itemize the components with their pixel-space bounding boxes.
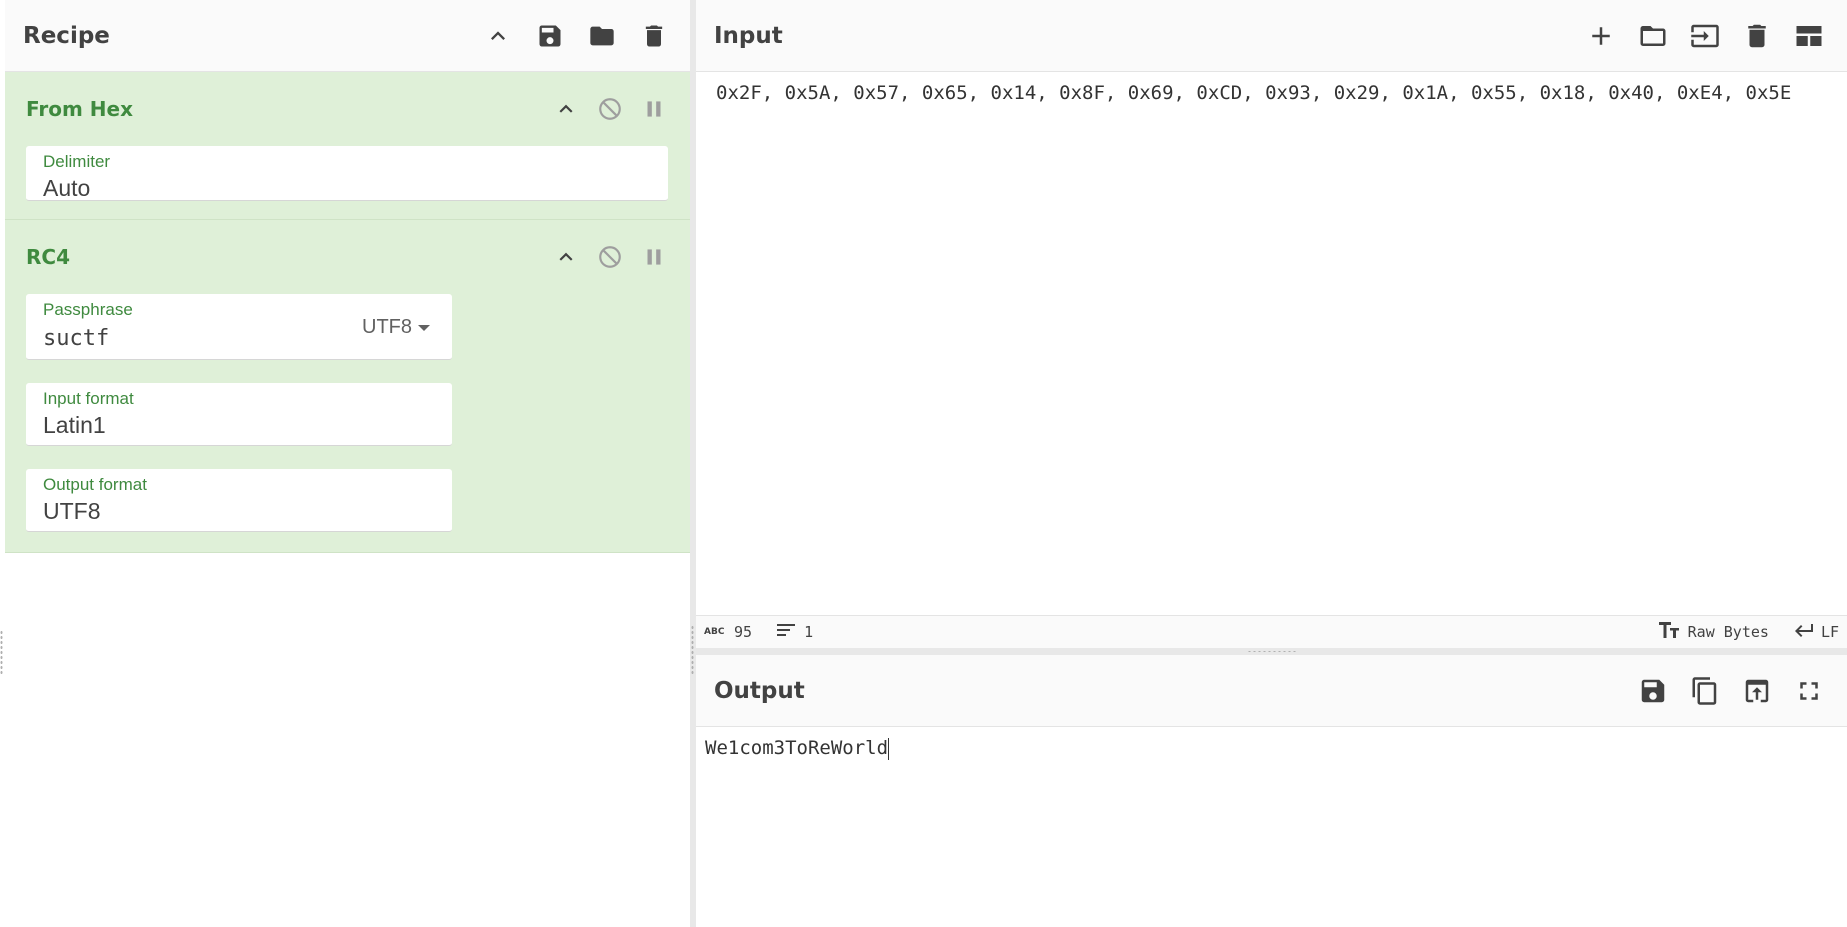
copy-output-button[interactable] <box>1687 673 1723 709</box>
pause-icon <box>647 101 661 117</box>
add-tab-button[interactable] <box>1583 18 1619 54</box>
input-arrow-icon <box>1691 24 1719 47</box>
field-value: Latin1 <box>43 412 106 438</box>
trash-icon <box>1748 24 1766 47</box>
operation-title: From Hex <box>26 97 133 121</box>
grip-dots <box>691 625 694 675</box>
encoding-selector[interactable]: Raw Bytes <box>1658 621 1769 643</box>
pause-icon <box>647 249 661 265</box>
clear-input-button[interactable] <box>1739 18 1775 54</box>
collapse-operation-button[interactable] <box>552 95 580 123</box>
recipe-header: Recipe <box>5 0 690 72</box>
output-format-field[interactable]: Output format UTF8 <box>26 469 452 532</box>
eol-value: LF <box>1820 623 1839 641</box>
folder-open-icon <box>1640 25 1666 46</box>
replace-input-button[interactable] <box>1739 673 1775 709</box>
disable-icon <box>599 98 621 120</box>
output-value: We1com3ToReWorld <box>705 737 889 759</box>
save-icon <box>539 25 561 46</box>
line-count: 1 <box>776 622 813 642</box>
save-recipe-button[interactable] <box>532 18 568 54</box>
trash-icon <box>645 25 663 46</box>
field-value: UTF8 <box>43 498 101 524</box>
text-cursor <box>888 737 890 760</box>
disable-operation-button[interactable] <box>596 95 624 123</box>
breakpoint-button[interactable] <box>640 243 668 271</box>
operation-title: RC4 <box>26 245 70 269</box>
output-panel: Output We1com3ToReWorld <box>696 655 1847 927</box>
caret-down-icon <box>418 324 430 331</box>
text-size-icon <box>1658 621 1680 643</box>
delimiter-field[interactable]: Delimiter Auto <box>26 146 668 201</box>
disable-icon <box>599 246 621 268</box>
output-title: Output <box>714 677 805 704</box>
upload-icon <box>1745 679 1769 702</box>
field-label: Delimiter <box>43 152 111 171</box>
grip-dots <box>1247 650 1297 653</box>
abc-icon: ABC <box>704 623 726 641</box>
horizontal-resize-handle[interactable] <box>696 648 1847 655</box>
left-resize-handle[interactable] <box>0 630 3 675</box>
operation-from-hex: From Hex Delimiter Auto <box>5 72 690 220</box>
open-folder-button[interactable] <box>1687 18 1723 54</box>
recipe-title: Recipe <box>23 22 110 49</box>
passphrase-field[interactable]: Passphrase suctf UTF8 <box>26 294 452 360</box>
eol-selector[interactable]: LF <box>1793 623 1839 641</box>
reset-layout-button[interactable] <box>1791 18 1827 54</box>
svg-text:ABC: ABC <box>704 627 725 637</box>
copy-icon <box>1692 676 1717 705</box>
load-recipe-button[interactable] <box>584 18 620 54</box>
field-value: Auto <box>43 175 91 201</box>
line-count-value: 1 <box>804 623 814 641</box>
chevron-up-icon <box>559 104 573 113</box>
field-label: Input format <box>43 389 134 408</box>
return-arrow-icon <box>1793 623 1813 641</box>
passphrase-encoding-dropdown[interactable]: UTF8 <box>362 316 430 339</box>
fullscreen-icon <box>1800 681 1818 700</box>
clear-recipe-button[interactable] <box>636 18 672 54</box>
operation-rc4: RC4 Passphrase suctf UTF8 Input format L… <box>5 220 690 553</box>
collapse-all-button[interactable] <box>480 18 516 54</box>
collapse-operation-button[interactable] <box>552 243 580 271</box>
folder-icon <box>590 26 614 45</box>
input-header: Input <box>696 0 1847 72</box>
open-file-button[interactable] <box>1635 18 1671 54</box>
char-count-value: 95 <box>734 623 753 641</box>
chevron-up-icon <box>559 252 573 261</box>
chevron-up-icon <box>491 30 505 40</box>
dropdown-value: UTF8 <box>362 316 412 338</box>
maximise-output-button[interactable] <box>1791 673 1827 709</box>
input-panel: Input 0x2F, 0x5A, 0x57, 0x65, 0x14, 0x8F… <box>696 0 1847 648</box>
save-output-button[interactable] <box>1635 673 1671 709</box>
disable-operation-button[interactable] <box>596 243 624 271</box>
lines-icon <box>776 622 796 642</box>
output-textarea[interactable]: We1com3ToReWorld <box>705 737 890 760</box>
save-icon <box>1641 679 1665 702</box>
plus-icon <box>1592 26 1610 45</box>
input-title: Input <box>714 22 783 49</box>
recipe-panel: Recipe From Hex Delimiter Auto RC4 Passp… <box>5 0 690 927</box>
input-status-bar: ABC 95 1 Raw Bytes LF <box>696 615 1847 648</box>
field-label: Output format <box>43 475 147 494</box>
input-format-field[interactable]: Input format Latin1 <box>26 383 452 446</box>
input-textarea[interactable]: 0x2F, 0x5A, 0x57, 0x65, 0x14, 0x8F, 0x69… <box>716 80 1837 106</box>
breakpoint-button[interactable] <box>640 95 668 123</box>
encoding-value: Raw Bytes <box>1687 623 1769 641</box>
char-count: ABC 95 <box>704 623 752 641</box>
output-header: Output <box>696 655 1847 727</box>
layout-icon <box>1796 25 1822 46</box>
